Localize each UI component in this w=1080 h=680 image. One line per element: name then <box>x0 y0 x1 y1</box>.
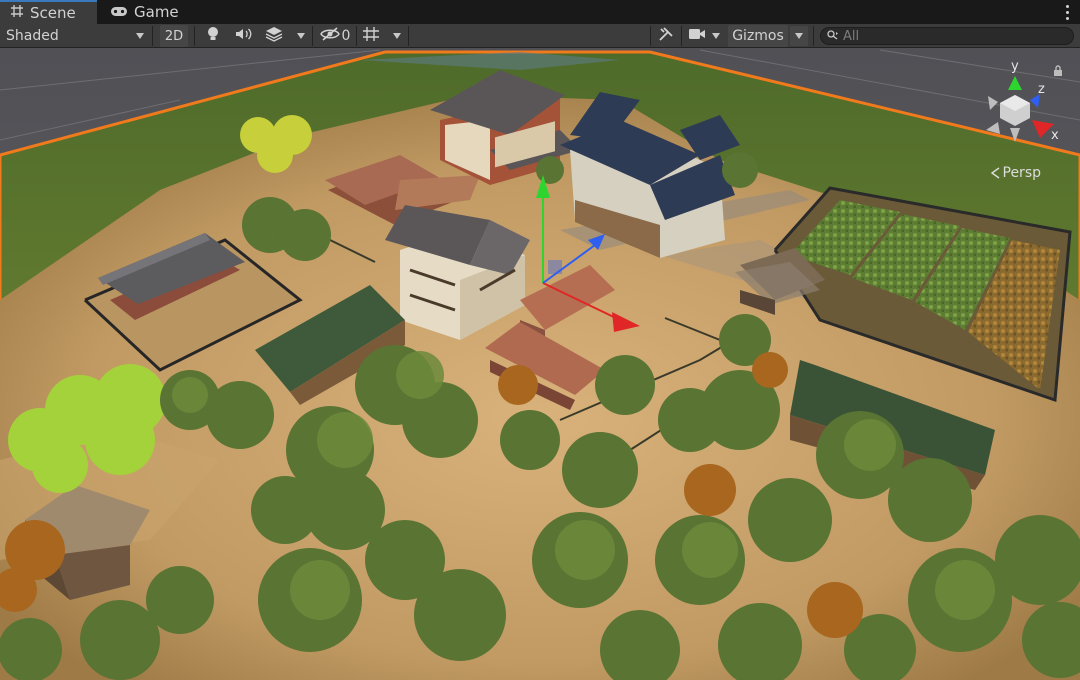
scene-render: y z x <box>0 48 1080 680</box>
gizmo-label-z: z <box>1038 82 1045 97</box>
gizmo-label-y: y <box>1011 59 1019 74</box>
chevron-down-icon <box>393 33 401 39</box>
scene-grid-icon <box>10 4 24 22</box>
gizmos-dropdown[interactable] <box>790 26 808 46</box>
gizmos-button[interactable]: Gizmos <box>728 25 788 47</box>
lock-icon[interactable] <box>1053 65 1063 77</box>
speaker-icon <box>235 27 253 45</box>
hidden-objects-toggle[interactable]: 0 <box>316 25 354 47</box>
scene-toolbar: Shaded 2D 0 Gizmos All <box>0 24 1080 48</box>
more-options-icon[interactable] <box>1064 3 1070 21</box>
search-icon <box>827 28 839 44</box>
audio-toggle[interactable] <box>232 25 256 47</box>
hidden-count: 0 <box>341 28 351 44</box>
wrench-icon <box>658 26 674 46</box>
grid-snap-icon <box>362 26 380 46</box>
gamepad-icon <box>110 3 128 21</box>
separator <box>650 26 651 46</box>
search-field[interactable] <box>820 27 1074 45</box>
projection-toggle[interactable]: Persp <box>990 165 1042 181</box>
separator <box>356 26 357 46</box>
separator <box>813 26 814 46</box>
draw-mode-dropdown[interactable]: Shaded <box>6 25 146 47</box>
effects-toggle[interactable] <box>262 25 286 47</box>
tools-button[interactable] <box>655 25 677 47</box>
chevron-down-icon <box>297 33 305 39</box>
separator <box>194 26 195 46</box>
lightbulb-icon <box>207 26 219 46</box>
separator <box>408 26 409 46</box>
separator <box>152 26 153 46</box>
scene-viewport[interactable]: y z x Persp <box>0 48 1080 680</box>
tab-scene-label: Scene <box>30 4 76 22</box>
camera-dropdown[interactable] <box>707 26 725 46</box>
lighting-toggle[interactable] <box>202 25 224 47</box>
grid-toggle[interactable] <box>360 25 382 47</box>
mode-2d-toggle[interactable]: 2D <box>160 25 188 47</box>
tab-bar: Scene Game <box>0 0 1080 24</box>
separator <box>312 26 313 46</box>
chevron-down-icon <box>136 33 144 39</box>
tab-game-label: Game <box>134 3 179 21</box>
search-input[interactable] <box>843 28 1063 44</box>
chevron-left-icon <box>990 167 999 179</box>
separator <box>681 26 682 46</box>
camera-settings-button[interactable] <box>686 25 708 47</box>
layers-icon <box>265 26 283 46</box>
grid-dropdown[interactable] <box>388 26 406 46</box>
tab-scene[interactable]: Scene <box>0 0 97 24</box>
tab-game[interactable]: Game <box>100 0 190 24</box>
chevron-down-icon <box>795 33 803 39</box>
eye-slash-icon <box>319 27 340 45</box>
draw-mode-label: Shaded <box>6 28 59 44</box>
camera-icon <box>688 28 706 44</box>
projection-label: Persp <box>1002 165 1042 181</box>
effects-dropdown[interactable] <box>292 26 310 46</box>
chevron-down-icon <box>712 33 720 39</box>
gizmo-label-x: x <box>1051 128 1059 143</box>
